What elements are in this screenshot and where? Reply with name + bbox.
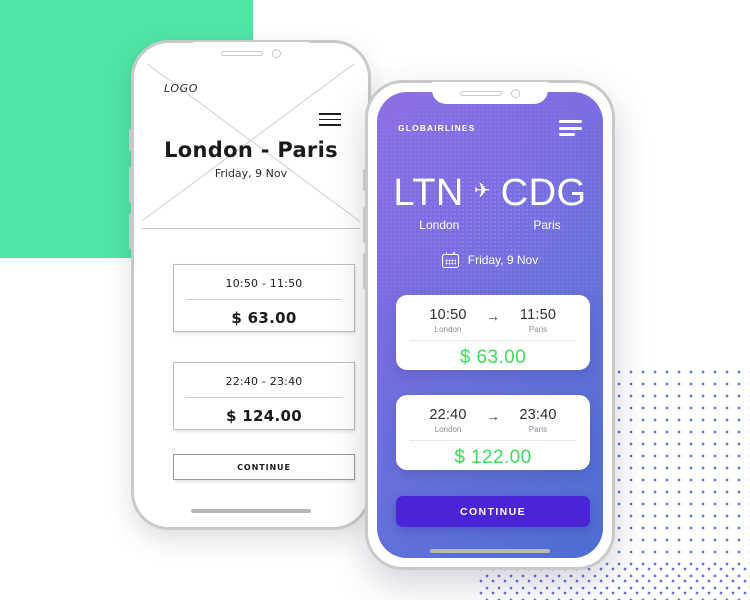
app-screen: GLOBAIRLINES LTN ✈ CDG London Paris Frid… bbox=[377, 92, 603, 558]
flight-times: 22:40 - 23:40 bbox=[225, 375, 303, 388]
hamburger-line bbox=[319, 113, 341, 115]
calendar-grid bbox=[444, 258, 456, 265]
wireframe-screen: LOGO London - Paris Friday, 9 Nov 10:50 … bbox=[142, 51, 360, 519]
destination-city: Paris bbox=[533, 218, 561, 232]
arrive-city: Paris bbox=[528, 425, 548, 434]
origin-airport-code: LTN bbox=[393, 172, 464, 214]
design-phone-mockup: GLOBAIRLINES LTN ✈ CDG London Paris Frid… bbox=[363, 80, 615, 570]
hamburger-line bbox=[559, 126, 582, 130]
phone-volume-down-button bbox=[129, 213, 132, 249]
origin-city: London bbox=[419, 218, 460, 232]
flight-option-card[interactable]: 10:50 - 11:50 $ 63.00 bbox=[173, 264, 355, 332]
hamburger-menu-icon[interactable] bbox=[559, 120, 582, 136]
canvas: LOGO London - Paris Friday, 9 Nov 10:50 … bbox=[0, 0, 750, 600]
phone-volume-up-button bbox=[129, 167, 132, 203]
front-camera bbox=[272, 48, 281, 58]
home-indicator bbox=[430, 549, 550, 553]
flight-option-card[interactable]: 22:40 - 23:40 $ 124.00 bbox=[173, 362, 355, 430]
hamburger-menu-icon[interactable] bbox=[319, 113, 341, 130]
arrive-city: Paris bbox=[528, 325, 548, 334]
flight-times: 10:50 - 11:50 bbox=[225, 277, 303, 290]
hamburger-line bbox=[319, 118, 341, 121]
arrival-block: 11:50 Paris bbox=[516, 307, 560, 334]
arrow-right-icon: → bbox=[486, 308, 500, 324]
hamburger-line bbox=[559, 133, 576, 136]
arrive-time: 11:50 bbox=[519, 307, 557, 323]
page-title: London - Paris bbox=[164, 138, 338, 162]
travel-date-row[interactable]: Friday, 9 Nov bbox=[377, 252, 603, 268]
route-header: LTN ✈ CDG bbox=[377, 174, 603, 212]
continue-button[interactable]: CONTINUE bbox=[173, 454, 355, 480]
wireframe-logo: LOGO bbox=[164, 82, 199, 95]
phone-volume-up-button bbox=[363, 207, 366, 243]
departure-block: 22:40 London bbox=[426, 407, 470, 434]
phone-silent-switch bbox=[129, 129, 132, 151]
continue-button-label: CONTINUE bbox=[237, 462, 291, 472]
earpiece-speaker bbox=[221, 50, 263, 56]
flight-option-card[interactable]: 22:40 London → 23:40 Paris $ 122.00 bbox=[396, 395, 590, 470]
phone-volume-down-button bbox=[363, 253, 366, 289]
departure-block: 10:50 London bbox=[426, 307, 470, 334]
front-camera bbox=[511, 88, 520, 98]
flight-price: $ 63.00 bbox=[459, 347, 527, 368]
travel-date: Friday, 9 Nov bbox=[214, 167, 288, 180]
phone-notch bbox=[193, 42, 309, 64]
route-cities: London Paris bbox=[377, 218, 603, 232]
arrive-time: 23:40 bbox=[519, 407, 557, 423]
calendar-icon bbox=[441, 252, 459, 268]
plane-icon: ✈ bbox=[473, 180, 491, 202]
depart-time: 22:40 bbox=[429, 407, 467, 423]
flight-option-card[interactable]: 10:50 London → 11:50 Paris $ 63.00 bbox=[396, 295, 590, 370]
earpiece-speaker bbox=[460, 90, 502, 96]
flight-leg: 10:50 London → 11:50 Paris bbox=[396, 295, 590, 334]
continue-button-label: CONTINUE bbox=[459, 505, 527, 518]
depart-time: 10:50 bbox=[429, 307, 467, 323]
destination-airport-code: CDG bbox=[500, 172, 587, 214]
home-indicator bbox=[191, 509, 311, 513]
arrival-block: 23:40 Paris bbox=[516, 407, 560, 434]
continue-button[interactable]: CONTINUE bbox=[396, 496, 590, 527]
hamburger-line bbox=[559, 120, 582, 123]
app-brand-logo: GLOBAIRLINES bbox=[398, 123, 476, 133]
hamburger-line bbox=[319, 124, 341, 126]
depart-city: London bbox=[434, 425, 462, 434]
phone-silent-switch bbox=[363, 169, 366, 191]
depart-city: London bbox=[434, 325, 462, 334]
flight-leg: 22:40 London → 23:40 Paris bbox=[396, 395, 590, 434]
flight-price: $ 124.00 bbox=[226, 407, 302, 425]
travel-date: Friday, 9 Nov bbox=[467, 253, 539, 267]
phone-notch bbox=[432, 82, 548, 104]
arrow-right-icon: → bbox=[486, 408, 500, 424]
flight-price: $ 63.00 bbox=[231, 309, 297, 327]
flight-price: $ 122.00 bbox=[454, 447, 532, 468]
wireframe-phone-mockup: LOGO London - Paris Friday, 9 Nov 10:50 … bbox=[129, 40, 371, 530]
